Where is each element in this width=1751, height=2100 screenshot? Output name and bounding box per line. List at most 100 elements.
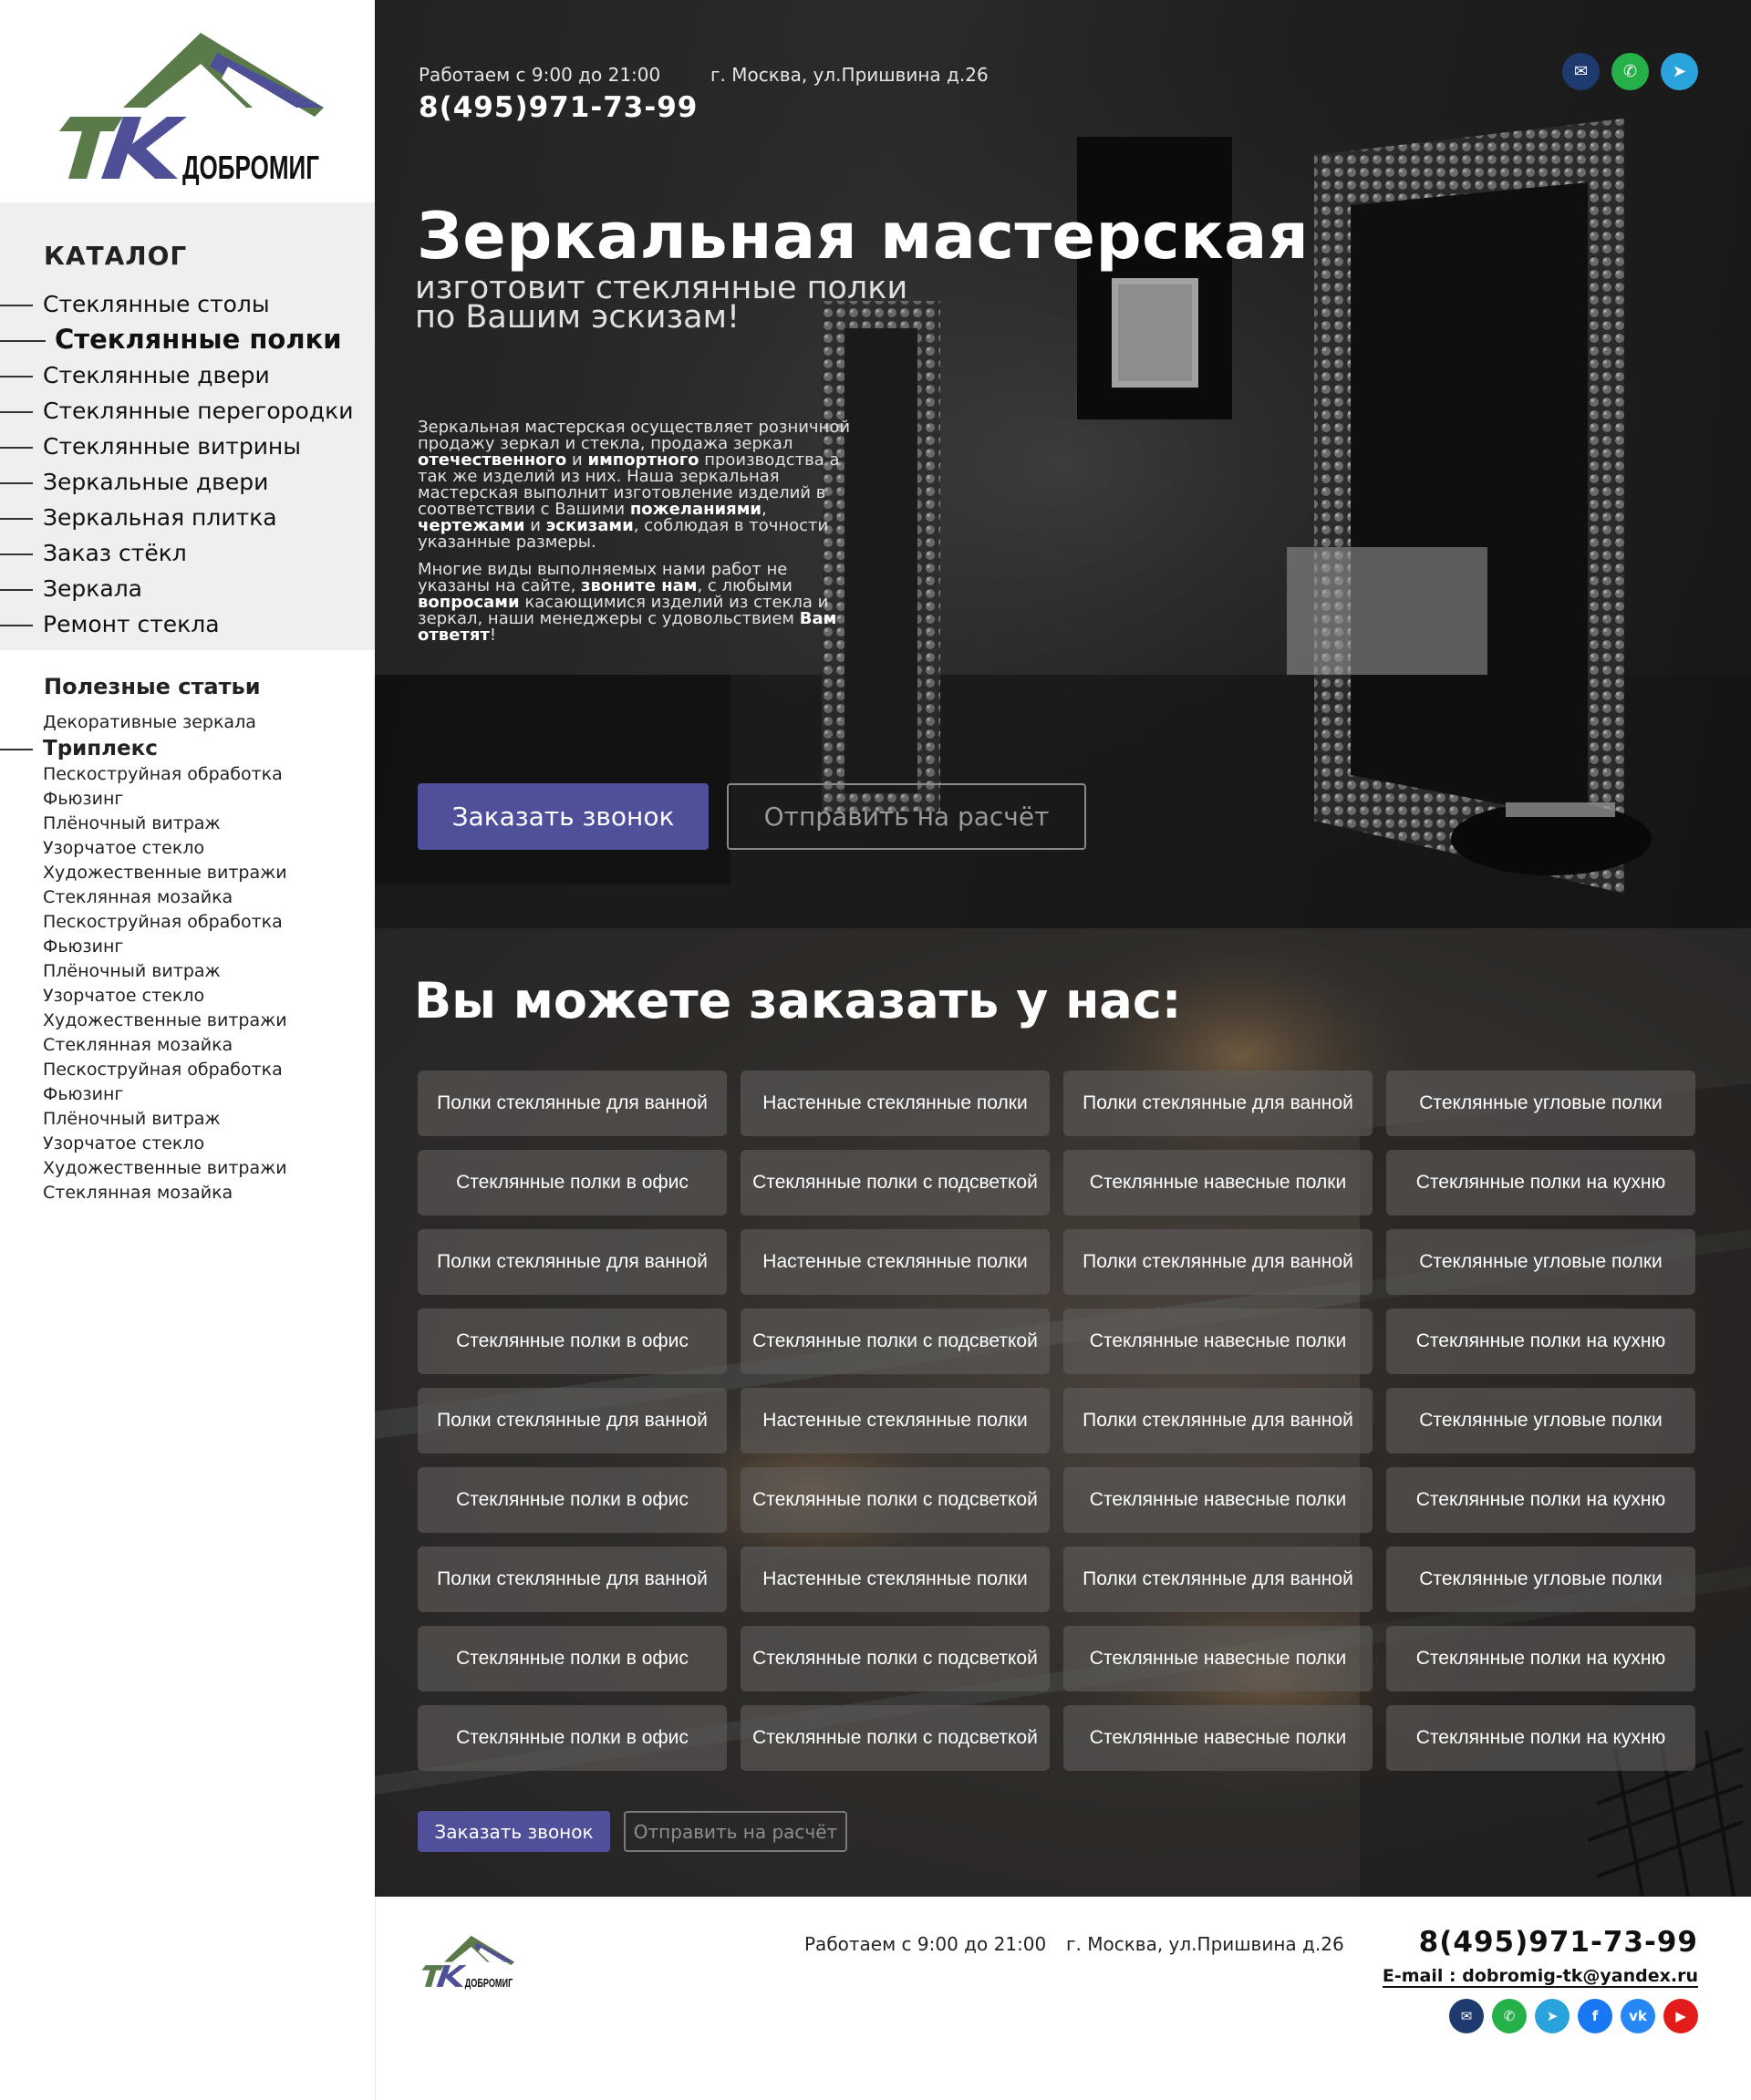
service-tile[interactable]: Стеклянные полки на кухню [1386, 1626, 1695, 1691]
footer: ДОБРОМИГ Работаем с 9:00 до 21:00 г. Мос… [375, 1897, 1751, 2100]
service-tile[interactable]: Стеклянные полки на кухню [1386, 1705, 1695, 1771]
article-link[interactable]: Фьюзинг [0, 935, 375, 959]
services-title: Вы можете заказать у нас: [414, 972, 1182, 1029]
article-link[interactable]: Пескоструйная обработка [0, 910, 375, 935]
footer-phone-number[interactable]: 8(495)971-73-99 [1419, 1926, 1698, 1959]
service-tile[interactable]: Стеклянные полки с подсветкой [741, 1467, 1050, 1533]
catalog: КАТАЛОГ Стеклянные столы Стеклянные полки… [0, 202, 375, 650]
vk-icon[interactable]: vk [1621, 1999, 1655, 2033]
footer-address: г. Москва, ул.Пришвина д.26 [1066, 1933, 1344, 1955]
catalog-item[interactable]: Стеклянные двери [0, 357, 375, 393]
service-tile[interactable]: Полки стеклянные для ванной [418, 1547, 727, 1612]
send-calculation-button[interactable]: Отправить на расчёт [727, 783, 1086, 850]
article-link[interactable]: Узорчатое стекло [0, 984, 375, 1009]
service-tile[interactable]: Полки стеклянные для ванной [1063, 1388, 1373, 1453]
facebook-icon[interactable]: f [1578, 1999, 1612, 2033]
service-tile[interactable]: Стеклянные полки на кухню [1386, 1150, 1695, 1216]
service-tile[interactable]: Полки стеклянные для ванной [418, 1388, 727, 1453]
order-call-button[interactable]: Заказать звонок [418, 783, 709, 850]
service-tile[interactable]: Стеклянные навесные полки [1063, 1467, 1373, 1533]
article-link[interactable]: Плёночный витраж [0, 959, 375, 984]
send-calculation-button[interactable]: Отправить на расчёт [624, 1811, 847, 1852]
email-icon[interactable]: ✉ [1449, 1999, 1484, 2033]
catalog-item[interactable]: Зеркальные двери [0, 464, 375, 500]
article-link[interactable]: Плёночный витраж [0, 1107, 375, 1132]
article-link[interactable]: Стеклянная мозайка [0, 1033, 375, 1058]
catalog-item[interactable]: Стеклянные полки [0, 322, 375, 357]
article-link[interactable]: Пескоструйная обработка [0, 762, 375, 787]
article-link[interactable]: Триплекс [0, 735, 375, 762]
catalog-item[interactable]: Стеклянные столы [0, 286, 375, 322]
telegram-icon[interactable]: ➤ [1535, 1999, 1570, 2033]
order-call-button[interactable]: Заказать звонок [418, 1811, 610, 1852]
footer-social-icons: ✉ ✆ ➤ f vk ▶ [1449, 1999, 1698, 2033]
service-tile[interactable]: Настенные стеклянные полки [741, 1071, 1050, 1136]
service-tile[interactable]: Стеклянные угловые полки [1386, 1071, 1695, 1136]
service-tile[interactable]: Настенные стеклянные полки [741, 1229, 1050, 1295]
svg-text:ДОБРОМИГ: ДОБРОМИГ [465, 1977, 513, 1990]
service-tile[interactable]: Стеклянные полки в офис [418, 1309, 727, 1374]
service-tile[interactable]: Стеклянные полки с подсветкой [741, 1705, 1050, 1771]
service-tile[interactable]: Стеклянные полки в офис [418, 1467, 727, 1533]
article-link[interactable]: Стеклянная мозайка [0, 885, 375, 910]
catalog-item[interactable]: Стеклянные витрины [0, 429, 375, 464]
articles-list: Декоративные зеркала Триплекс Пескоструйна… [0, 710, 375, 1205]
article-link[interactable]: Узорчатое стекло [0, 1132, 375, 1156]
svg-text:ДОБРОМИГ: ДОБРОМИГ [182, 149, 319, 185]
catalog-item[interactable]: Заказ стёкл [0, 535, 375, 571]
service-tile[interactable]: Полки стеклянные для ванной [1063, 1547, 1373, 1612]
footer-working-hours: Работаем с 9:00 до 21:00 [804, 1933, 1047, 1955]
phone-number[interactable]: 8(495)971-73-99 [419, 91, 698, 124]
catalog-item[interactable]: Зеркальная плитка [0, 500, 375, 535]
service-tile[interactable]: Стеклянные полки на кухню [1386, 1467, 1695, 1533]
service-tile[interactable]: Стеклянные полки в офис [418, 1705, 727, 1771]
catalog-item[interactable]: Стеклянные перегородки [0, 393, 375, 429]
article-link[interactable]: Узорчатое стекло [0, 836, 375, 861]
catalog-item[interactable]: Зеркала [0, 571, 375, 606]
service-tile[interactable]: Стеклянные полки в офис [418, 1626, 727, 1691]
services-section: Вы можете заказать у нас: Полки стеклянн… [375, 928, 1751, 1897]
hero-contacts: Работаем с 9:00 до 21:00 г. Москва, ул.П… [419, 64, 989, 124]
service-tile[interactable]: Стеклянные полки в офис [418, 1150, 727, 1216]
service-tile[interactable]: Стеклянные навесные полки [1063, 1705, 1373, 1771]
article-link[interactable]: Фьюзинг [0, 1082, 375, 1107]
article-link[interactable]: Художественные витражи [0, 1156, 375, 1181]
footer-logo[interactable]: ДОБРОМИГ [419, 1929, 514, 1993]
catalog-item[interactable]: Ремонт стекла [0, 606, 375, 642]
service-tile[interactable]: Стеклянные полки с подсветкой [741, 1309, 1050, 1374]
hero-section: Работаем с 9:00 до 21:00 г. Москва, ул.П… [375, 0, 1751, 928]
whatsapp-icon[interactable]: ✆ [1611, 53, 1649, 90]
service-tile[interactable]: Стеклянные угловые полки [1386, 1388, 1695, 1453]
logo[interactable]: ДОБРОМИГ [0, 0, 375, 202]
article-link[interactable]: Художественные витражи [0, 861, 375, 885]
service-tile[interactable]: Стеклянные полки на кухню [1386, 1309, 1695, 1374]
service-tile[interactable]: Стеклянные угловые полки [1386, 1547, 1695, 1612]
service-tile[interactable]: Полки стеклянные для ванной [418, 1071, 727, 1136]
service-tile[interactable]: Настенные стеклянные полки [741, 1547, 1050, 1612]
hero-paragraph-2: Многие виды выполняемых нами работ не ук… [418, 560, 837, 645]
article-link[interactable]: Художественные витражи [0, 1009, 375, 1033]
service-tile[interactable]: Стеклянные навесные полки [1063, 1150, 1373, 1216]
footer-email-link[interactable]: E-mail : dobromig-tk@yandex.ru [1382, 1966, 1698, 1988]
article-link[interactable]: Пескоструйная обработка [0, 1058, 375, 1082]
service-tile[interactable]: Стеклянные угловые полки [1386, 1229, 1695, 1295]
article-link[interactable]: Плёночный витраж [0, 812, 375, 836]
youtube-icon[interactable]: ▶ [1663, 1999, 1698, 2033]
service-tile[interactable]: Полки стеклянные для ванной [1063, 1071, 1373, 1136]
hero-title: Зеркальная мастерская [417, 199, 1310, 274]
article-link[interactable]: Фьюзинг [0, 787, 375, 812]
email-icon[interactable]: ✉ [1562, 53, 1600, 90]
service-tile[interactable]: Стеклянные полки с подсветкой [741, 1626, 1050, 1691]
article-link[interactable]: Стеклянная мозайка [0, 1181, 375, 1205]
catalog-list: Стеклянные столы Стеклянные полки Стеклянн… [0, 286, 375, 642]
article-link[interactable]: Декоративные зеркала [0, 710, 375, 735]
service-tile[interactable]: Полки стеклянные для ванной [418, 1229, 727, 1295]
service-tile[interactable]: Стеклянные навесные полки [1063, 1309, 1373, 1374]
service-tile[interactable]: Стеклянные навесные полки [1063, 1626, 1373, 1691]
whatsapp-icon[interactable]: ✆ [1492, 1999, 1527, 2033]
service-tile[interactable]: Полки стеклянные для ванной [1063, 1229, 1373, 1295]
hero-subtitle-line2: по Вашим эскизам! [415, 299, 741, 336]
telegram-icon[interactable]: ➤ [1661, 53, 1698, 90]
service-tile[interactable]: Стеклянные полки с подсветкой [741, 1150, 1050, 1216]
service-tile[interactable]: Настенные стеклянные полки [741, 1388, 1050, 1453]
